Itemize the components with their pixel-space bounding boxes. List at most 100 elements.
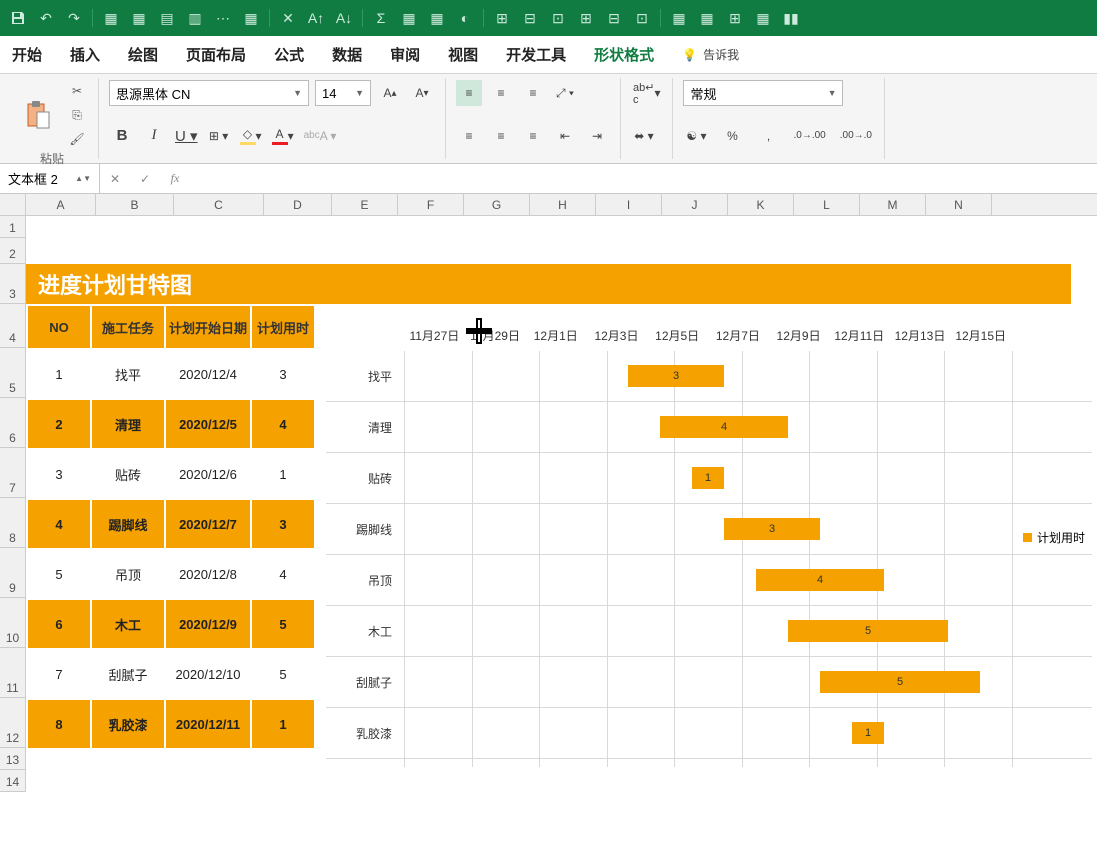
tab-draw[interactable]: 绘图 (128, 44, 158, 65)
table-row[interactable]: 3贴砖2020/12/61 (27, 449, 315, 499)
select-all-corner[interactable] (0, 194, 26, 215)
col-header[interactable]: A (26, 194, 96, 215)
tab-insert[interactable]: 插入 (70, 44, 100, 65)
percent-button[interactable]: % (719, 123, 745, 149)
col-header[interactable]: J (662, 194, 728, 215)
gantt-bar[interactable]: 3 (628, 365, 724, 387)
chart-icon[interactable]: ▮▮ (781, 8, 801, 28)
row-header[interactable]: 9 (0, 548, 26, 598)
gantt-bar[interactable]: 3 (724, 518, 820, 540)
font-grow-button[interactable]: A▴ (377, 80, 403, 106)
tab-home[interactable]: 开始 (12, 44, 42, 65)
tab-review[interactable]: 审阅 (390, 44, 420, 65)
shapes-icon[interactable]: ◐ (455, 8, 475, 28)
underline-button[interactable]: U ▾ (173, 123, 200, 149)
cell[interactable]: 刮腻子 (91, 649, 165, 699)
align-middle-button[interactable]: ≡ (488, 80, 514, 106)
table-row[interactable]: 5吊顶2020/12/84 (27, 549, 315, 599)
cell[interactable]: 吊顶 (91, 549, 165, 599)
row-header[interactable]: 13 (0, 748, 26, 770)
cell[interactable]: 4 (251, 549, 315, 599)
col-header[interactable]: E (332, 194, 398, 215)
cell[interactable]: 2020/12/4 (165, 349, 251, 399)
font-color-button[interactable]: A ▾ (270, 123, 296, 149)
align-left-button[interactable]: ≡ (456, 123, 482, 149)
cell[interactable]: 3 (251, 499, 315, 549)
toolbar-icon[interactable]: ⊞ (576, 8, 596, 28)
cell[interactable]: 找平 (91, 349, 165, 399)
redo-icon[interactable]: ↷ (64, 8, 84, 28)
toolbar-icon[interactable]: ▦ (753, 8, 773, 28)
toolbar-icon[interactable]: ✕ (278, 8, 298, 28)
tab-page-layout[interactable]: 页面布局 (186, 44, 246, 65)
cell[interactable]: 5 (251, 599, 315, 649)
cell[interactable]: 3 (251, 349, 315, 399)
italic-button[interactable]: I (141, 123, 167, 149)
toolbar-icon[interactable]: ▦ (241, 8, 261, 28)
cell[interactable]: 5 (251, 649, 315, 699)
row-header[interactable]: 4 (0, 304, 26, 348)
cell[interactable]: 2020/12/6 (165, 449, 251, 499)
cell[interactable]: 2 (27, 399, 91, 449)
align-bottom-button[interactable]: ≡ (520, 80, 546, 106)
cell[interactable]: 2020/12/7 (165, 499, 251, 549)
cell[interactable]: 2020/12/10 (165, 649, 251, 699)
toolbar-icon[interactable]: ⊞ (725, 8, 745, 28)
toolbar-icon[interactable]: ▦ (427, 8, 447, 28)
cell[interactable]: 1 (251, 699, 315, 749)
cell[interactable]: 2020/12/11 (165, 699, 251, 749)
row-header[interactable]: 14 (0, 770, 26, 792)
gantt-bar[interactable]: 4 (660, 416, 788, 438)
cell[interactable]: 1 (251, 449, 315, 499)
toolbar-icon[interactable]: ▦ (697, 8, 717, 28)
cell[interactable]: 4 (251, 399, 315, 449)
tab-formulas[interactable]: 公式 (274, 44, 304, 65)
gantt-bar[interactable]: 5 (820, 671, 980, 693)
row-header[interactable]: 3 (0, 264, 26, 304)
fill-color-button[interactable]: ◇ ▾ (238, 123, 264, 149)
tab-developer[interactable]: 开发工具 (506, 44, 566, 65)
indent-decrease-button[interactable]: ⇤ (552, 123, 578, 149)
col-header[interactable]: K (728, 194, 794, 215)
row-header[interactable]: 10 (0, 598, 26, 648)
row-header[interactable]: 5 (0, 348, 26, 398)
toolbar-icon[interactable]: ▥ (185, 8, 205, 28)
toolbar-icon[interactable]: ⊟ (604, 8, 624, 28)
phonetic-button[interactable]: abcA ▾ (302, 123, 339, 149)
toolbar-icon[interactable]: ⊞ (492, 8, 512, 28)
cell[interactable]: 木工 (91, 599, 165, 649)
align-top-button[interactable]: ≡ (456, 80, 482, 106)
cut-icon[interactable]: ✂ (66, 80, 88, 102)
toolbar-icon[interactable]: ⊡ (548, 8, 568, 28)
format-painter-icon[interactable]: 🖌 (66, 128, 88, 150)
undo-icon[interactable]: ↶ (36, 8, 56, 28)
orientation-button[interactable]: ⤢ ▾ (552, 80, 578, 106)
decrease-decimal-button[interactable]: .00→.0 (838, 123, 874, 149)
row-header[interactable]: 2 (0, 238, 26, 264)
font-size-select[interactable]: 14▼ (315, 80, 371, 106)
merge-button[interactable]: ⬌ ▾ (631, 123, 657, 149)
toolbar-icon[interactable]: ▦ (669, 8, 689, 28)
sum-icon[interactable]: Σ (371, 8, 391, 28)
align-right-button[interactable]: ≡ (520, 123, 546, 149)
paste-button[interactable] (16, 85, 60, 145)
table-row[interactable]: 7刮腻子2020/12/105 (27, 649, 315, 699)
cell[interactable]: 6 (27, 599, 91, 649)
col-header[interactable]: H (530, 194, 596, 215)
cell[interactable]: 踢脚线 (91, 499, 165, 549)
name-box[interactable]: 文本框 2▲▼ (0, 164, 100, 193)
tell-me[interactable]: 💡告诉我 (682, 46, 739, 63)
gantt-bar[interactable]: 5 (788, 620, 948, 642)
tab-shape-format[interactable]: 形状格式 (594, 44, 654, 65)
accept-formula-button[interactable]: ✓ (130, 164, 160, 193)
col-header[interactable]: N (926, 194, 992, 215)
row-header[interactable]: 8 (0, 498, 26, 548)
cell[interactable]: 2020/12/9 (165, 599, 251, 649)
col-header[interactable]: I (596, 194, 662, 215)
col-header[interactable]: M (860, 194, 926, 215)
font-name-select[interactable]: 思源黑体 CN▼ (109, 80, 309, 106)
col-header[interactable]: C (174, 194, 264, 215)
wrap-text-button[interactable]: ab↵c ▾ (631, 80, 662, 106)
cell[interactable]: 4 (27, 499, 91, 549)
toolbar-icon[interactable]: ▤ (157, 8, 177, 28)
